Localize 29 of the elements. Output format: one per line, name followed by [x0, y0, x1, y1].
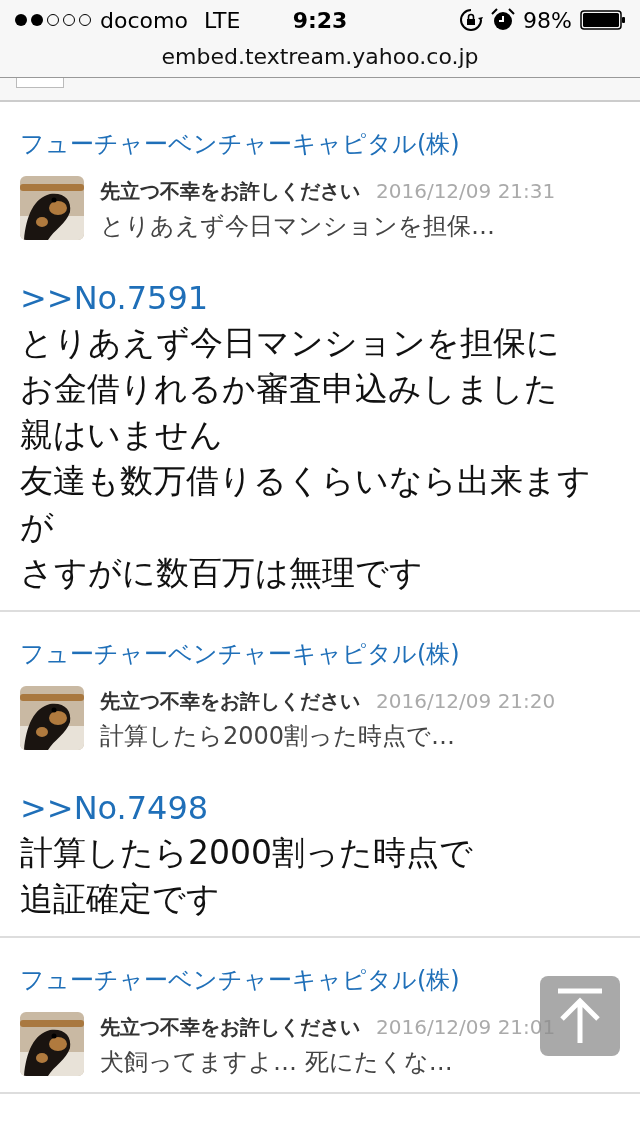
post-line: 親はいません [19, 414, 224, 456]
toolbar-button[interactable] [16, 78, 64, 88]
author-name[interactable]: 先立つ不幸をお許しください [100, 686, 360, 716]
post-date: 2016/12/09 21:20 [376, 688, 556, 715]
post-preview[interactable]: 犬飼ってますよ… 死にたくな… [100, 1046, 556, 1078]
alarm-icon [491, 8, 516, 32]
author-name[interactable]: 先立つ不幸をお許しください [100, 1012, 360, 1042]
clock-time: 9:23 [292, 6, 348, 35]
reply-link[interactable]: >>No.7591 [0, 276, 640, 320]
post-preview[interactable]: とりあえず今日マンションを担保… [100, 210, 556, 242]
company-link[interactable]: フューチャーベンチャーキャピタル(株) [0, 962, 480, 998]
battery-icon [580, 10, 626, 30]
post-line: 追証確定です [19, 878, 221, 920]
network-type: LTE [203, 6, 241, 35]
author-name[interactable]: 先立つ不幸をお許しください [100, 176, 360, 206]
reply-link[interactable]: >>No.7498 [0, 786, 640, 830]
post-date: 2016/12/09 21:31 [376, 178, 556, 205]
company-link[interactable]: フューチャーベンチャーキャピタル(株) [0, 126, 480, 162]
rotation-lock-icon [459, 8, 484, 32]
signal-icon [14, 13, 92, 27]
post-line: 計算したら2000割った時点で [19, 832, 474, 874]
battery-percentage: 98% [523, 6, 572, 35]
post-line: お金借りれるか審査申込みしました [19, 368, 559, 410]
post-line: 友達も数万借りるくらいなら出来ますが [19, 460, 592, 548]
post-preview[interactable]: 計算したら2000割った時点で… [100, 720, 556, 752]
post-line: とりあえず今日マンションを担保に [19, 322, 561, 364]
company-link[interactable]: フューチャーベンチャーキャピタル(株) [0, 636, 480, 672]
post-line: さすがに数百万は無理です [19, 552, 424, 594]
carrier-name: docomo [100, 6, 188, 35]
